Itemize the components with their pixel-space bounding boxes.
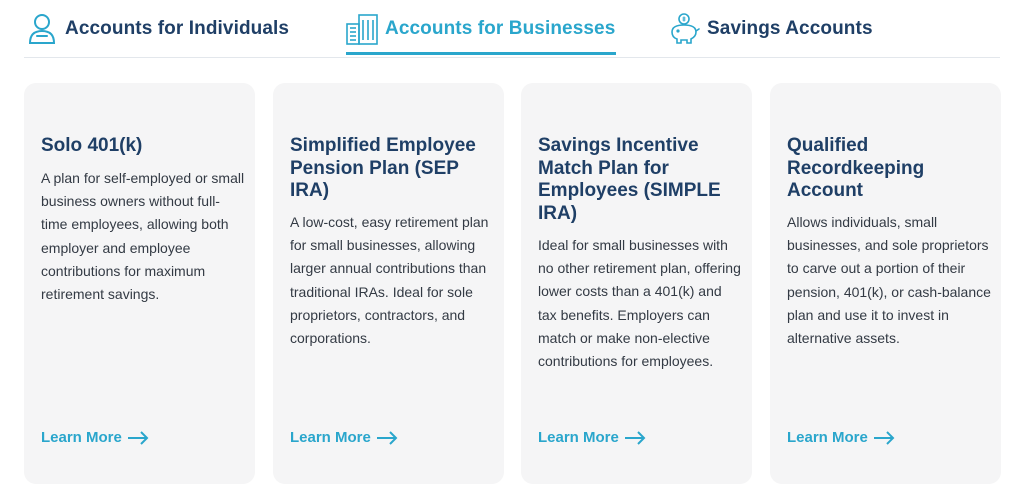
card-title: Savings Incentive Match Plan for Employe… [538, 135, 721, 224]
tab-accounts-for-individuals[interactable]: Accounts for Individuals [24, 0, 289, 58]
tab-savings-accounts[interactable]: Savings Accounts [666, 0, 873, 58]
card-qualified-recordkeeping-account: Qualified Recordkeeping Account Allows i… [770, 83, 1001, 484]
arrow-right-icon [624, 430, 646, 445]
tab-accounts-for-businesses[interactable]: Accounts for Businesses [344, 0, 615, 58]
learn-more-label: Learn More [41, 429, 122, 446]
tab-label: Accounts for Individuals [65, 18, 290, 39]
arrow-right-icon [873, 430, 895, 445]
learn-more-label: Learn More [538, 429, 619, 446]
arrow-right-icon [127, 430, 149, 445]
active-tab-indicator [346, 52, 616, 55]
learn-more-link[interactable]: Learn More [41, 429, 149, 446]
card-description: A plan for self-employed or small busine… [41, 170, 245, 303]
card-description: A low-cost, easy retirement plan for sma… [290, 214, 489, 347]
card-sep-ira: Simplified Employee Pension Plan (SEP IR… [273, 83, 504, 484]
learn-more-link[interactable]: Learn More [787, 429, 895, 446]
card-title: Simplified Employee Pension Plan (SEP IR… [290, 135, 476, 201]
card-simple-ira: Savings Incentive Match Plan for Employe… [521, 83, 752, 484]
tab-label: Accounts for Businesses [385, 18, 616, 39]
building-icon [344, 11, 380, 47]
learn-more-label: Learn More [787, 429, 868, 446]
arrow-right-icon [376, 430, 398, 445]
card-description: Ideal for small businesses with no other… [538, 237, 741, 370]
card-title: Qualified Recordkeeping Account [787, 135, 925, 201]
card-description: Allows individuals, small businesses, an… [787, 214, 991, 347]
tabs-divider [24, 57, 1000, 58]
account-type-tabs: Accounts for Individuals Accounts for Bu… [0, 0, 1024, 58]
learn-more-link[interactable]: Learn More [290, 429, 398, 446]
person-icon [24, 11, 60, 47]
learn-more-link[interactable]: Learn More [538, 429, 646, 446]
tab-label: Savings Accounts [707, 18, 873, 39]
card-solo-401k: Solo 401(k) A plan for self-employed or … [24, 83, 255, 484]
card-title: Solo 401(k) [41, 135, 143, 156]
learn-more-label: Learn More [290, 429, 371, 446]
piggy-bank-icon [666, 11, 702, 47]
